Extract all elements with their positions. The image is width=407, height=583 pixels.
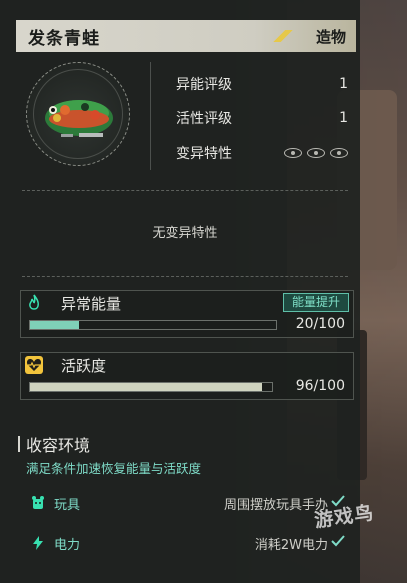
- energy-bar-fill: [30, 321, 80, 329]
- activity-label: 活跃度: [61, 357, 107, 375]
- heart-pulse-icon: [25, 356, 43, 374]
- item-name: 发条青蛙: [28, 28, 100, 49]
- activity-panel: 活跃度 96/100: [20, 352, 354, 400]
- energy-label: 异常能量: [61, 295, 122, 313]
- condition-name: 电力: [54, 538, 81, 553]
- eye-icon: [330, 148, 348, 158]
- containment-title-text: 收容环境: [26, 436, 91, 455]
- energy-value: 20/100: [295, 316, 345, 332]
- mutation-empty-text: 无变异特性: [152, 226, 218, 241]
- divider: [22, 190, 348, 191]
- energy-boost-button[interactable]: 能量提升: [282, 293, 349, 312]
- eye-icon: [284, 148, 302, 158]
- energy-panel: 异常能量 能量提升 20/100: [20, 290, 354, 338]
- stat-label: 异能评级: [176, 77, 232, 93]
- section-marker: [18, 436, 20, 452]
- condition-row-toy: 玩具 周围摆放玩具手办: [26, 493, 350, 513]
- stat-value: 1: [339, 110, 348, 126]
- item-category-tag: 造物: [315, 27, 346, 46]
- stat-value: 1: [339, 76, 348, 92]
- toy-icon: [32, 496, 44, 509]
- energy-bar: [29, 320, 277, 330]
- containment-subtitle: 满足条件加速恢复能量与活跃度: [26, 461, 202, 476]
- activity-value: 96/100: [295, 378, 345, 394]
- flame-icon: [29, 294, 39, 310]
- item-header: 发条青蛙 造物: [16, 20, 356, 52]
- containment-title: 收容环境: [18, 432, 90, 456]
- lightning-icon: [33, 536, 43, 550]
- stat-row-activity-rating: 活性评级 1: [176, 105, 348, 131]
- activity-bar: [29, 382, 273, 392]
- condition-name: 玩具: [54, 498, 81, 513]
- eye-icon: [307, 148, 325, 158]
- divider: [22, 276, 348, 277]
- item-portrait: [26, 62, 130, 166]
- stat-row-mutation: 变异特性: [176, 140, 348, 166]
- stat-row-ability-rating: 异能评级 1: [176, 71, 348, 97]
- stat-label: 变异特性: [176, 146, 232, 162]
- vertical-divider: [150, 62, 151, 170]
- activity-bar-fill: [30, 383, 263, 391]
- condition-row-power: 电力 消耗2W电力: [26, 533, 350, 553]
- mutation-slots[interactable]: [284, 148, 348, 158]
- condition-requirement: 消耗2W电力: [254, 538, 328, 553]
- check-icon: [331, 535, 345, 547]
- stat-label: 活性评级: [176, 111, 232, 127]
- header-stripe: [270, 30, 296, 42]
- clockwork-frog-icon: [45, 100, 113, 137]
